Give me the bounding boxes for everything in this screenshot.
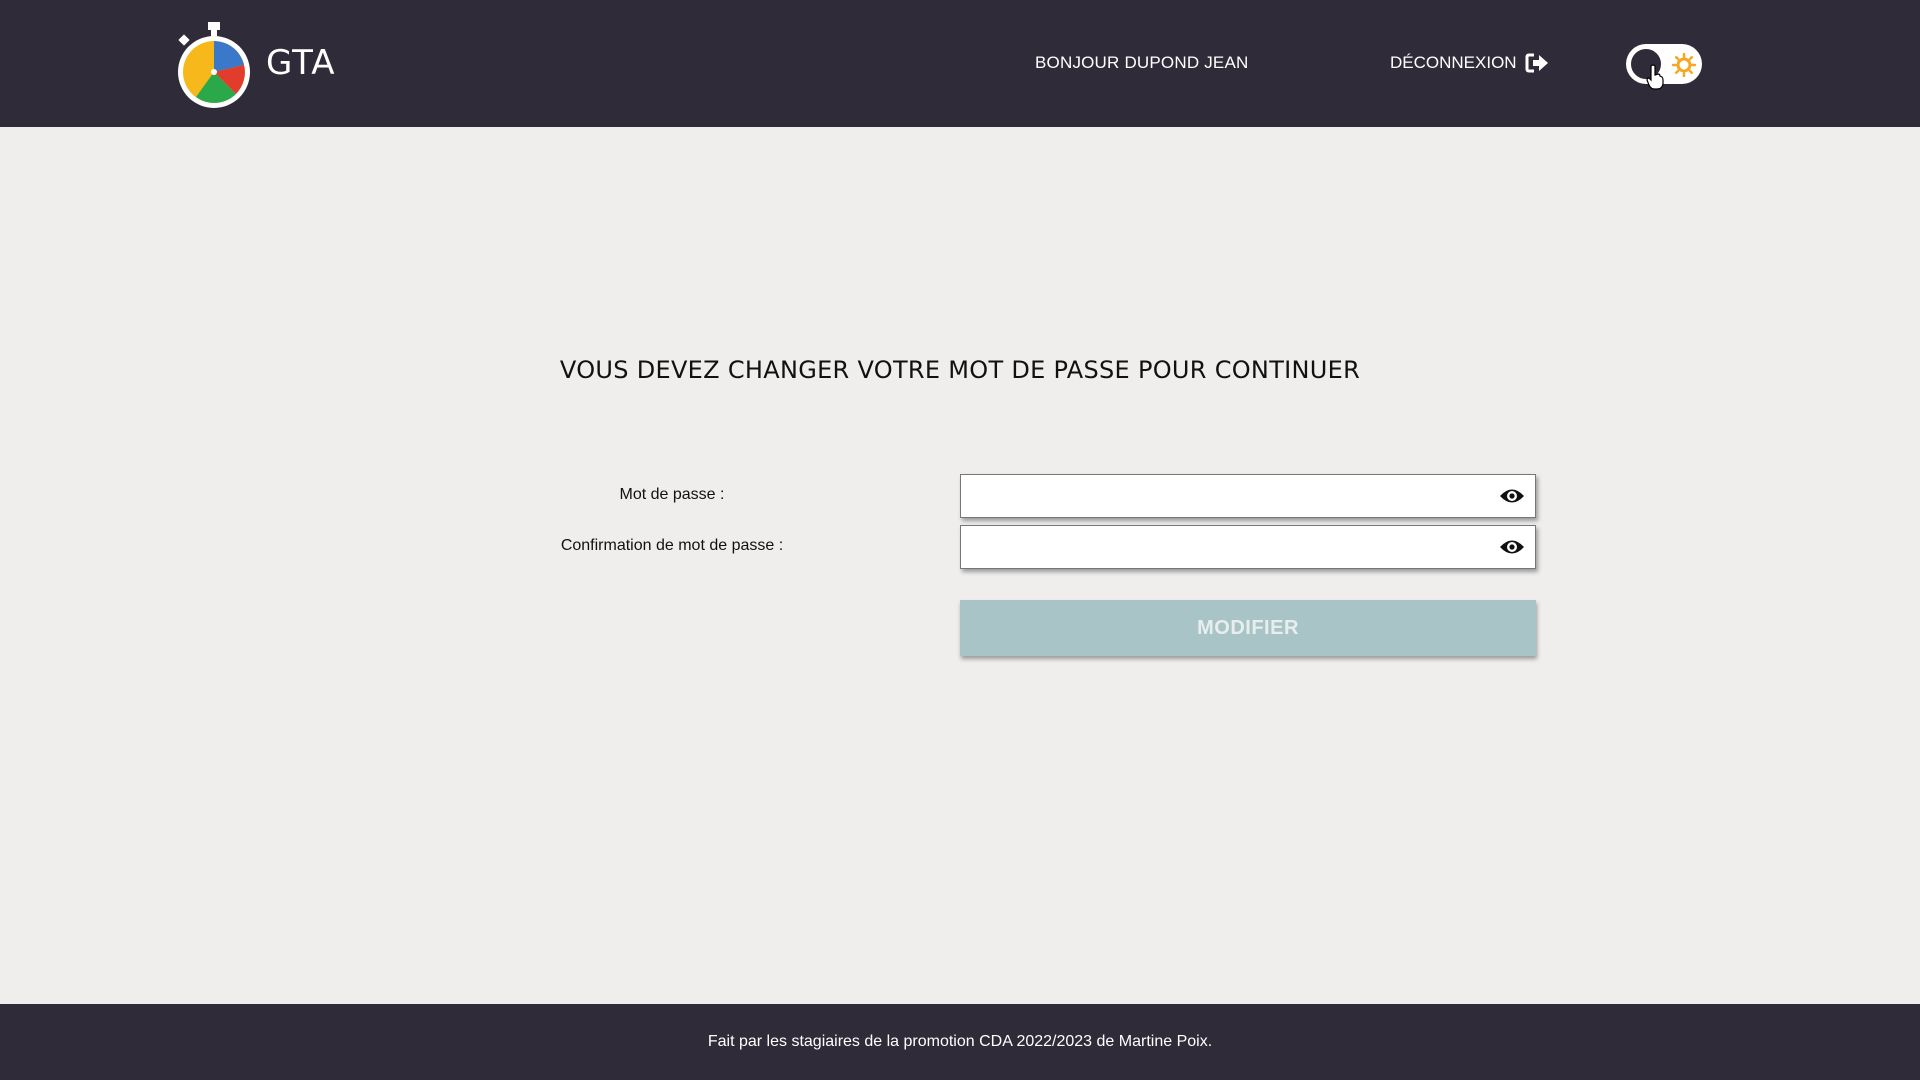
confirm-password-input[interactable] <box>961 526 1481 568</box>
page-title: VOUS DEVEZ CHANGER VOTRE MOT DE PASSE PO… <box>559 356 1361 384</box>
hand-pointer-icon <box>1646 64 1664 90</box>
show-password-eye-icon[interactable] <box>1499 485 1525 507</box>
user-greeting: BONJOUR DUPOND JEAN <box>1035 53 1249 72</box>
sun-icon <box>1672 53 1696 77</box>
confirm-password-label: Confirmation de mot de passe : <box>560 537 784 554</box>
logout-button[interactable]: DÉCONNEXION <box>1390 50 1549 76</box>
confirm-password-field-wrapper <box>960 525 1536 569</box>
modify-button[interactable]: MODIFIER <box>960 600 1536 656</box>
sign-out-icon <box>1525 53 1548 73</box>
password-field-wrapper <box>960 474 1536 518</box>
password-input[interactable] <box>961 475 1481 517</box>
footer-credits: Fait par les stagiaires de la promotion … <box>707 1033 1213 1050</box>
footer: Fait par les stagiaires de la promotion … <box>0 1004 1920 1080</box>
app-name[interactable]: GTA <box>266 43 336 83</box>
top-navbar: GTA BONJOUR DUPOND JEAN DÉCONNEXION <box>0 0 1920 127</box>
logout-label: DÉCONNEXION <box>1390 53 1517 72</box>
show-confirm-password-eye-icon[interactable] <box>1499 536 1525 558</box>
stopwatch-logo-icon[interactable] <box>174 20 254 110</box>
theme-toggle[interactable] <box>1626 44 1702 84</box>
password-label: Mot de passe : <box>619 486 725 503</box>
